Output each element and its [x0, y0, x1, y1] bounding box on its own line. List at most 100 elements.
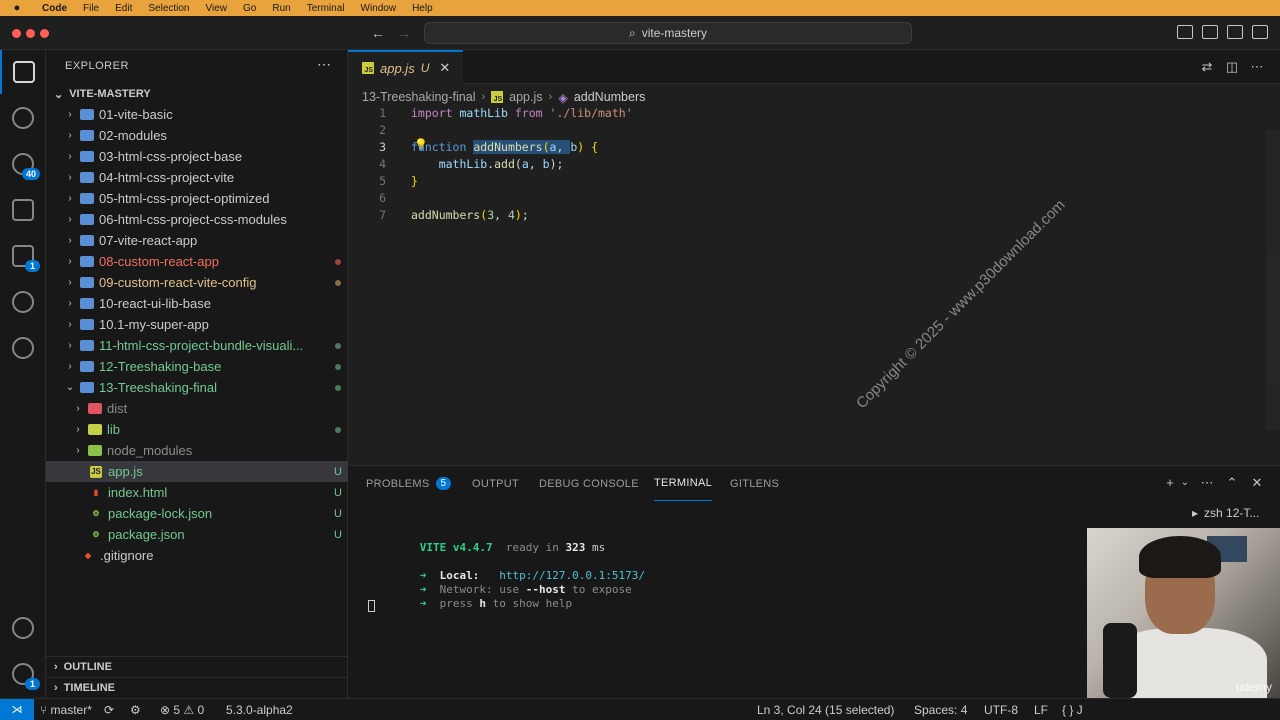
customize-layout-icon[interactable] [1252, 25, 1268, 39]
language-mode[interactable]: { } J [1062, 699, 1083, 720]
tree-item[interactable]: › 03-html-css-project-base [46, 146, 348, 167]
outline-section-header[interactable]: › OUTLINE [46, 656, 348, 677]
tree-item[interactable]: › 09-custom-react-vite-config [46, 272, 348, 293]
tree-item[interactable]: ▮ index.html U [46, 482, 348, 503]
gitlens-icon[interactable] [0, 280, 46, 324]
tree-item[interactable]: › 02-modules [46, 125, 348, 146]
editor-more-actions-icon[interactable]: ⋯ [1249, 59, 1265, 75]
indentation[interactable]: Spaces: 4 [914, 699, 967, 720]
breadcrumb-file[interactable]: app.js [509, 90, 542, 104]
maximize-panel-icon[interactable]: ⌃ [1224, 475, 1240, 491]
folder-icon [80, 319, 94, 330]
menu-window[interactable]: Window [353, 3, 405, 14]
minimize-window-button[interactable] [26, 29, 35, 38]
menu-view[interactable]: View [198, 3, 236, 14]
command-center-search[interactable]: ⌕ vite-mastery [424, 22, 912, 44]
tab-gitlens[interactable]: GITLENS [730, 466, 779, 501]
breadcrumb-folder[interactable]: 13-Treeshaking-final [362, 90, 475, 104]
open-changes-icon[interactable]: ⇄ [1199, 59, 1215, 75]
breadcrumb-symbol[interactable]: addNumbers [574, 90, 646, 104]
tree-item[interactable]: › node_modules [46, 440, 348, 461]
branch-indicator[interactable]: ⑂ master* [40, 699, 92, 720]
source-control-icon[interactable]: 40 [0, 142, 46, 186]
accounts-icon[interactable] [0, 606, 46, 650]
tab-debug-console[interactable]: DEBUG CONSOLE [539, 466, 639, 501]
git-graph-icon[interactable]: ⚙ [130, 699, 141, 720]
line-number: 1 [379, 105, 386, 120]
status-bar: ⋊ ⑂ master* ⟳ ⚙ ⊗ 5 ⚠ 0 5.3.0-alpha2 Ln … [0, 698, 1280, 720]
back-arrow-icon[interactable]: ← [369, 24, 387, 42]
explorer-icon[interactable] [0, 50, 46, 94]
menu-go[interactable]: Go [235, 3, 264, 14]
menu-terminal[interactable]: Terminal [299, 3, 353, 14]
tree-item[interactable]: › 04-html-css-project-vite [46, 167, 348, 188]
tree-item[interactable]: › lib [46, 419, 348, 440]
tree-item[interactable]: › 06-html-css-project-css-modules [46, 209, 348, 230]
explorer-sidebar: EXPLORER ⋯ ⌄ VITE-MASTERY › 01-vite-basic… [46, 50, 348, 698]
menu-code[interactable]: Code [34, 3, 75, 14]
folder-icon [80, 109, 94, 120]
tab-close-icon[interactable]: ✕ [439, 60, 450, 76]
apple-icon[interactable]: ● [0, 2, 34, 14]
search-view-icon[interactable] [0, 96, 46, 140]
javascript-file-icon: JS [491, 91, 504, 103]
tree-item[interactable]: › 10-react-ui-lib-base [46, 293, 348, 314]
zoom-window-button[interactable] [40, 29, 49, 38]
menu-edit[interactable]: Edit [107, 3, 140, 14]
tab-terminal[interactable]: TERMINAL [654, 466, 713, 501]
toggle-sidebar-icon[interactable] [1177, 25, 1193, 39]
workspace-name: VITE-MASTERY [69, 88, 151, 100]
line-text: import mathLib from './lib/math' [411, 105, 633, 120]
tree-item[interactable]: ⚙ package-lock.json U [46, 503, 348, 524]
tree-item[interactable]: › 07-vite-react-app [46, 230, 348, 251]
timeline-section-header[interactable]: › TIMELINE [46, 677, 348, 698]
tree-item[interactable]: ◆ .gitignore [46, 545, 348, 566]
tree-item[interactable]: ⌄ 13-Treeshaking-final [46, 377, 348, 398]
tree-item[interactable]: › 08-custom-react-app [46, 251, 348, 272]
tree-item[interactable]: › dist [46, 398, 348, 419]
sync-icon[interactable]: ⟳ [104, 699, 114, 720]
terminal-instance-item[interactable]: ▸ zsh 12-T... [1192, 502, 1280, 524]
status-dot-mark [335, 363, 341, 370]
extensions-icon[interactable]: 1 [0, 234, 46, 278]
toggle-panel-icon[interactable] [1202, 25, 1218, 39]
run-debug-icon[interactable] [0, 188, 46, 232]
editor-area: JS app.js U ✕ ⇄ ◫ ⋯ 13-Treeshaking-final… [348, 50, 1280, 465]
settings-gear-icon[interactable]: 1 [0, 652, 46, 696]
tree-item[interactable]: › 12-Treeshaking-base [46, 356, 348, 377]
menu-help[interactable]: Help [404, 3, 441, 14]
close-panel-icon[interactable]: ✕ [1249, 475, 1265, 491]
tree-item[interactable]: › 05-html-css-project-optimized [46, 188, 348, 209]
end-of-line[interactable]: LF [1034, 699, 1048, 720]
remote-indicator-icon[interactable]: ⋊ [0, 699, 34, 720]
split-editor-icon[interactable]: ◫ [1224, 59, 1240, 75]
panel-more-actions-icon[interactable]: ⋯ [1199, 475, 1215, 491]
new-terminal-icon[interactable]: + [1162, 475, 1178, 491]
tree-item[interactable]: › 11-html-css-project-bundle-visuali... [46, 335, 348, 356]
tree-item-label: package.json [108, 527, 185, 542]
menu-selection[interactable]: Selection [140, 3, 197, 14]
tab-problems[interactable]: PROBLEMS 5 [366, 466, 452, 501]
tree-item[interactable]: ⚙ package.json U [46, 524, 348, 545]
remote-explorer-icon[interactable] [0, 326, 46, 370]
chevron-right-icon: › [68, 214, 72, 225]
encoding[interactable]: UTF-8 [984, 699, 1018, 720]
tree-item[interactable]: JS app.js U [46, 461, 348, 482]
version-indicator[interactable]: 5.3.0-alpha2 [226, 699, 293, 720]
editor-scrollbar[interactable] [1266, 130, 1280, 430]
tree-item[interactable]: › 01-vite-basic [46, 104, 348, 125]
tab-app-js[interactable]: JS app.js U ✕ [348, 50, 463, 84]
terminal-dropdown-chevron-icon[interactable]: ⌄ [1179, 475, 1191, 491]
menu-run[interactable]: Run [264, 3, 298, 14]
tab-output[interactable]: OUTPUT [472, 466, 519, 501]
problems-indicator[interactable]: ⊗ 5 ⚠ 0 [160, 699, 204, 720]
more-actions-icon[interactable]: ⋯ [317, 56, 331, 73]
tree-item[interactable]: › 10.1-my-super-app [46, 314, 348, 335]
workspace-header[interactable]: ⌄ VITE-MASTERY [46, 84, 348, 104]
menu-file[interactable]: File [75, 3, 107, 14]
cursor-position[interactable]: Ln 3, Col 24 (15 selected) [757, 699, 894, 720]
forward-arrow-icon[interactable]: → [395, 24, 413, 42]
close-window-button[interactable] [12, 29, 21, 38]
toggle-secondary-sidebar-icon[interactable] [1227, 25, 1243, 39]
code-line: 2 💡 [348, 121, 1280, 152]
